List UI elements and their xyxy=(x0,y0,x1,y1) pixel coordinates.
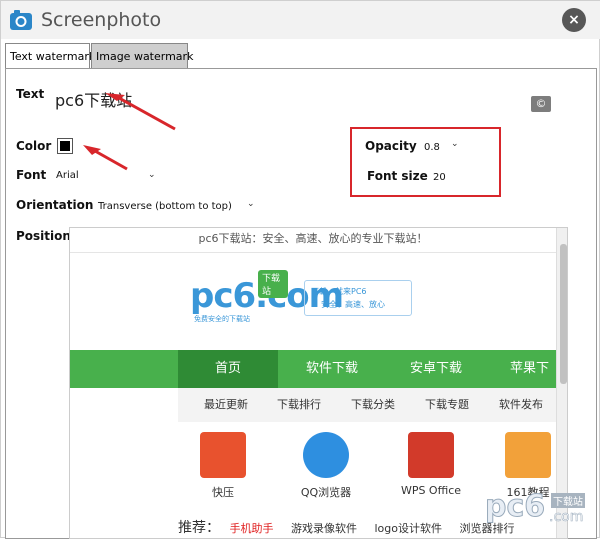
pc6-watermark-logo: pc6 下载站 .com xyxy=(483,489,597,535)
app-name: WPS Office xyxy=(400,484,462,497)
logo-badge: 下载站 xyxy=(258,270,288,298)
tab-text-watermark[interactable]: Text watermark xyxy=(5,43,95,69)
app-tile[interactable]: 快压 xyxy=(183,432,263,500)
nav-item[interactable]: 首页 xyxy=(178,350,278,388)
color-label: Color xyxy=(16,139,52,153)
color-picker[interactable] xyxy=(57,138,73,154)
site-slogan: 下载，就来PC6 安全、高速、放心 xyxy=(304,280,412,316)
site-logo: pc6.com 下载站 免费安全的下载站 xyxy=(190,270,344,323)
wps-icon xyxy=(408,432,454,478)
app-tile[interactable]: WPS Office xyxy=(391,432,471,497)
app-tile[interactable]: QQ浏览器 xyxy=(286,432,366,500)
color-swatch-fill xyxy=(60,141,70,151)
screenphoto-window: Screenphoto × Text watermark Image water… xyxy=(0,0,600,539)
font-select[interactable]: Arial xyxy=(56,170,79,181)
recommend-label: 推荐： xyxy=(178,520,220,536)
recommend-link[interactable]: logo设计软件 xyxy=(375,522,443,535)
font-label: Font xyxy=(16,168,47,182)
site-top-banner: pc6下载站：安全、高速、放心的专业下载站！ xyxy=(198,232,428,245)
annotation-arrow-icon xyxy=(105,93,176,131)
nav-item[interactable]: 安卓下载 xyxy=(386,350,486,388)
app-title: Screenphoto xyxy=(41,9,162,31)
site-subnav: 最近更新 下载排行 下载分类 下载专题 软件发布 xyxy=(178,388,556,422)
logo-subtitle: 免费安全的下载站 xyxy=(194,315,250,323)
annotation-arrow-icon xyxy=(83,145,128,171)
app-name: 快压 xyxy=(212,486,234,499)
slogan-line: 安全、高速、放心 xyxy=(321,300,385,309)
scrollbar-thumb[interactable] xyxy=(560,244,567,384)
app-name: QQ浏览器 xyxy=(300,486,352,499)
recommend-link[interactable]: 游戏录像软件 xyxy=(291,522,357,535)
divider xyxy=(70,252,556,253)
watermark-domain: .com xyxy=(549,509,584,526)
position-label: Position xyxy=(16,229,71,243)
close-button[interactable]: × xyxy=(562,8,586,32)
nav-item[interactable]: 苹果下 xyxy=(490,350,556,388)
font-dropdown-chevron-icon[interactable]: ⌄ xyxy=(148,170,156,180)
watermark-text: pc6 xyxy=(484,489,546,525)
text-label: Text xyxy=(16,87,45,101)
recommend-link[interactable]: 手机助手 xyxy=(230,522,274,535)
copyright-button[interactable]: © xyxy=(531,96,551,112)
subnav-item[interactable]: 下载分类 xyxy=(351,388,395,422)
orientation-select[interactable]: Transverse (bottom to top) xyxy=(98,201,232,212)
tab-image-watermark[interactable]: Image watermark xyxy=(91,43,193,69)
subnav-item[interactable]: 最近更新 xyxy=(204,388,248,422)
orientation-label: Orientation xyxy=(16,198,94,212)
nav-item[interactable]: 软件下载 xyxy=(282,350,382,388)
p-app-icon xyxy=(505,432,551,478)
title-bar: Screenphoto × xyxy=(1,1,600,39)
browser-icon xyxy=(303,432,349,478)
subnav-item[interactable]: 软件发布 xyxy=(499,388,543,422)
highlight-box xyxy=(350,127,501,197)
archive-icon xyxy=(200,432,246,478)
site-nav: 首页 软件下载 安卓下载 苹果下 xyxy=(70,350,556,388)
watermark-badge: 下载站 xyxy=(551,493,585,508)
camera-icon xyxy=(10,10,32,30)
subnav-item[interactable]: 下载排行 xyxy=(277,388,321,422)
orientation-dropdown-chevron-icon[interactable]: ⌄ xyxy=(247,199,255,209)
subnav-item[interactable]: 下载专题 xyxy=(425,388,469,422)
slogan-line: 下载，就来PC6 xyxy=(311,287,367,296)
